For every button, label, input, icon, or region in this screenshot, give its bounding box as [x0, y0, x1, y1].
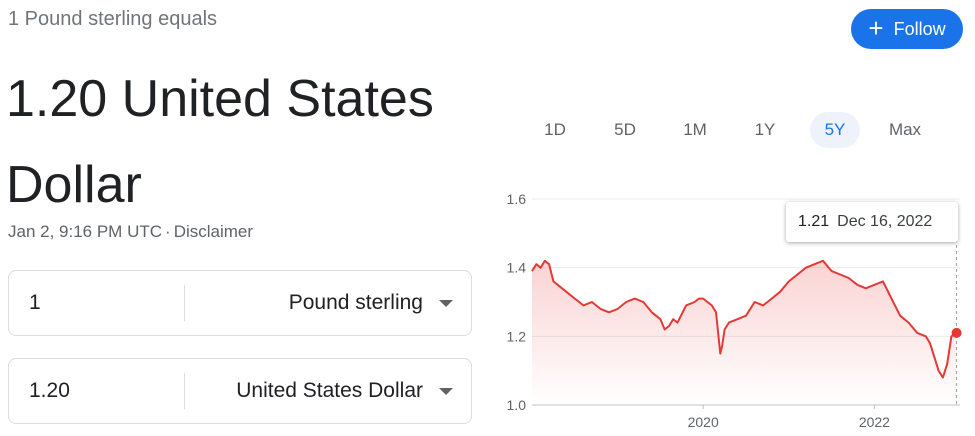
- plus-icon: +: [868, 13, 884, 43]
- field-divider: [184, 373, 185, 409]
- follow-label: Follow: [893, 18, 946, 39]
- from-amount-input[interactable]: 1: [29, 271, 41, 335]
- separator: ·: [165, 222, 171, 241]
- y-tick-label: 1.6: [507, 191, 527, 207]
- field-divider: [184, 285, 185, 321]
- y-tick-label: 1.2: [507, 328, 527, 344]
- to-currency-field: 1.20 United States Dollar: [8, 358, 472, 424]
- conversion-subtitle: 1 Pound sterling equals: [8, 8, 218, 30]
- tab-1m[interactable]: 1M: [670, 112, 720, 148]
- to-amount-input[interactable]: 1.20: [29, 359, 70, 423]
- timestamp: Jan 2, 9:16 PM UTC: [8, 222, 163, 241]
- follow-button[interactable]: + Follow: [851, 9, 963, 49]
- from-currency-field: 1 Pound sterling: [8, 270, 472, 336]
- tab-5d[interactable]: 5D: [600, 112, 650, 148]
- y-tick-label: 1.4: [507, 260, 527, 276]
- hover-point: [951, 327, 962, 338]
- chart-tooltip: 1.21 Dec 16, 2022: [786, 202, 958, 242]
- x-tick-label: 2022: [859, 414, 890, 430]
- dropdown-arrow-icon[interactable]: [439, 388, 453, 395]
- tooltip-value: 1.21: [798, 213, 830, 230]
- from-currency-select[interactable]: Pound sterling: [289, 271, 423, 335]
- tab-max[interactable]: Max: [880, 112, 930, 148]
- tab-1d[interactable]: 1D: [530, 112, 580, 148]
- dropdown-arrow-icon[interactable]: [439, 300, 453, 307]
- y-tick-label: 1.0: [507, 397, 527, 413]
- x-tick-label: 2020: [688, 414, 719, 430]
- tab-5y[interactable]: 5Y: [810, 112, 860, 148]
- converted-value-headline: 1.20 United States Dollar: [6, 70, 434, 214]
- tab-1y[interactable]: 1Y: [740, 112, 790, 148]
- disclaimer-link[interactable]: Disclaimer: [174, 222, 253, 241]
- timestamp-line: Jan 2, 9:16 PM UTC · Disclaimer: [8, 222, 253, 242]
- time-range-tabs: 1D 5D 1M 1Y 5Y Max: [520, 112, 950, 150]
- tooltip-date: Dec 16, 2022: [837, 213, 933, 230]
- to-currency-select[interactable]: United States Dollar: [236, 359, 423, 423]
- series-area: [532, 260, 957, 405]
